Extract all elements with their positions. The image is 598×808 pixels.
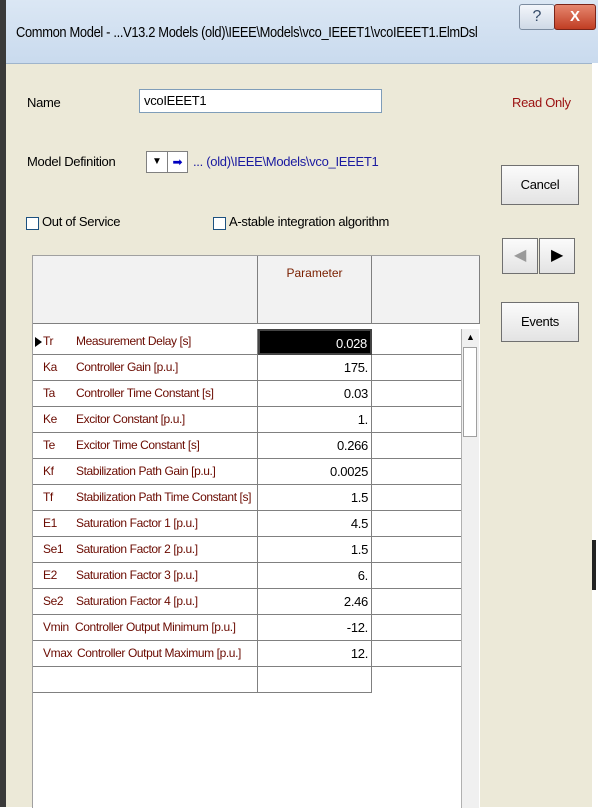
chevron-down-icon[interactable]: ▼: [146, 151, 168, 173]
param-description: Stabilization Path Gain [p.u.]: [76, 464, 216, 478]
out-of-service-label: Out of Service: [42, 214, 121, 229]
title-bar[interactable]: Common Model - ...V13.2 Models (old)\IEE…: [6, 0, 598, 64]
model-definition-link[interactable]: ... (old)\IEEE\Models\vco_IEEET1: [193, 154, 379, 169]
param-name: Ke: [43, 412, 57, 426]
grid-header-corner: [33, 256, 258, 324]
out-of-service-checkbox[interactable]: [26, 217, 39, 230]
table-row-label-empty[interactable]: [33, 667, 258, 693]
table-cell-value[interactable]: 4.5: [258, 511, 372, 537]
param-description: Controller Output Minimum [p.u.]: [75, 620, 236, 634]
cancel-button[interactable]: Cancel: [501, 165, 579, 205]
param-description: Measurement Delay [s]: [76, 334, 191, 348]
param-name: Tf: [43, 490, 53, 504]
param-name: Te: [43, 438, 55, 452]
table-row-label[interactable]: E1 Saturation Factor 1 [p.u.]: [33, 511, 258, 537]
astable-label: A-stable integration algorithm: [229, 214, 390, 229]
name-input[interactable]: [139, 89, 382, 113]
table-cell-value[interactable]: 12.: [258, 641, 372, 667]
astable-checkbox[interactable]: [213, 217, 226, 230]
param-name: Tr: [43, 334, 54, 348]
events-button[interactable]: Events: [501, 302, 579, 342]
model-definition-label: Model Definition: [27, 154, 116, 169]
table-cell-value[interactable]: 1.: [258, 407, 372, 433]
param-description: Saturation Factor 4 [p.u.]: [76, 594, 198, 608]
scroll-up-icon[interactable]: ▲: [462, 329, 479, 346]
window-right-edge-mark: [592, 540, 596, 590]
table-cell-value[interactable]: 175.: [258, 355, 372, 381]
param-name: Se2: [43, 594, 64, 608]
previous-icon[interactable]: ◀: [502, 238, 538, 274]
table-cell-empty: [372, 433, 461, 459]
table-cell-value-selected[interactable]: 0.028: [258, 329, 372, 355]
table-cell-empty: [372, 381, 461, 407]
table-cell-empty: [372, 407, 461, 433]
table-cell-empty: [372, 589, 461, 615]
table-row-label[interactable]: E2 Saturation Factor 3 [p.u.]: [33, 563, 258, 589]
grid-vertical-scrollbar[interactable]: ▲: [461, 329, 479, 808]
window-right-edge: [592, 63, 598, 807]
param-description: Controller Gain [p.u.]: [76, 360, 178, 374]
table-cell-empty: [372, 485, 461, 511]
param-description: Saturation Factor 2 [p.u.]: [76, 542, 198, 556]
dialog-window: Common Model - ...V13.2 Models (old)\IEE…: [0, 0, 598, 808]
table-row-label[interactable]: Ka Controller Gain [p.u.]: [33, 355, 258, 381]
table-cell-empty: [372, 615, 461, 641]
table-cell-empty: [372, 511, 461, 537]
table-row-label[interactable]: Vmin Controller Output Minimum [p.u.]: [33, 615, 258, 641]
table-cell-empty: [372, 459, 461, 485]
param-description: Saturation Factor 1 [p.u.]: [76, 516, 198, 530]
table-row-label[interactable]: Tr Measurement Delay [s]: [33, 329, 258, 355]
param-name: Vmin: [43, 620, 69, 634]
table-cell-value[interactable]: -12.: [258, 615, 372, 641]
window-left-edge: [0, 0, 6, 807]
param-name: Se1: [43, 542, 64, 556]
grid-header-parameter[interactable]: Parameter: [258, 256, 372, 324]
table-row-label[interactable]: Te Excitor Time Constant [s]: [33, 433, 258, 459]
table-cell-empty: [372, 329, 461, 355]
param-description: Controller Output Maximum [p.u.]: [77, 646, 241, 660]
next-icon[interactable]: ▶: [539, 238, 575, 274]
param-description: Saturation Factor 3 [p.u.]: [76, 568, 198, 582]
param-description: Stabilization Path Time Constant [s]: [76, 490, 252, 504]
table-cell-value[interactable]: 2.46: [258, 589, 372, 615]
param-name: Ta: [43, 386, 55, 400]
table-cell-empty: [372, 355, 461, 381]
param-description: Excitor Time Constant [s]: [76, 438, 200, 452]
table-cell-empty: [372, 641, 461, 667]
table-cell-value[interactable]: 1.5: [258, 537, 372, 563]
param-name: Vmax: [43, 646, 73, 660]
table-cell-value[interactable]: 0.03: [258, 381, 372, 407]
table-cell-empty: [372, 537, 461, 563]
table-cell-value[interactable]: 1.5: [258, 485, 372, 511]
param-name: E2: [43, 568, 57, 582]
table-row-label[interactable]: Ta Controller Time Constant [s]: [33, 381, 258, 407]
parameter-grid: Parameter Tr Measurement Delay [s] 0.028 …: [32, 255, 480, 808]
param-name: Kf: [43, 464, 54, 478]
table-cell-value-empty[interactable]: [258, 667, 372, 693]
table-row-label[interactable]: Kf Stabilization Path Gain [p.u.]: [33, 459, 258, 485]
param-name: Ka: [43, 360, 57, 374]
param-description: Controller Time Constant [s]: [76, 386, 214, 400]
read-only-label: Read Only: [512, 95, 571, 110]
param-name: E1: [43, 516, 57, 530]
current-row-marker-icon: [35, 337, 42, 347]
grid-header-empty: [372, 256, 480, 324]
table-row-label[interactable]: Tf Stabilization Path Time Constant [s]: [33, 485, 258, 511]
parameter-header-label: Parameter: [286, 266, 343, 280]
table-cell-value[interactable]: 0.266: [258, 433, 372, 459]
scroll-thumb[interactable]: [463, 347, 477, 437]
table-row-label[interactable]: Ke Excitor Constant [p.u.]: [33, 407, 258, 433]
table-row-label[interactable]: Se2 Saturation Factor 4 [p.u.]: [33, 589, 258, 615]
table-cell-empty: [372, 563, 461, 589]
arrow-right-icon[interactable]: ➡: [167, 151, 188, 173]
table-row-label[interactable]: Vmax Controller Output Maximum [p.u.]: [33, 641, 258, 667]
table-cell-value[interactable]: 0.0025: [258, 459, 372, 485]
table-row-label[interactable]: Se1 Saturation Factor 2 [p.u.]: [33, 537, 258, 563]
close-button[interactable]: X: [554, 4, 596, 30]
param-description: Excitor Constant [p.u.]: [76, 412, 185, 426]
name-label: Name: [27, 95, 61, 110]
help-button[interactable]: ?: [519, 4, 555, 30]
window-title: Common Model - ...V13.2 Models (old)\IEE…: [16, 24, 478, 41]
table-cell-value[interactable]: 6.: [258, 563, 372, 589]
